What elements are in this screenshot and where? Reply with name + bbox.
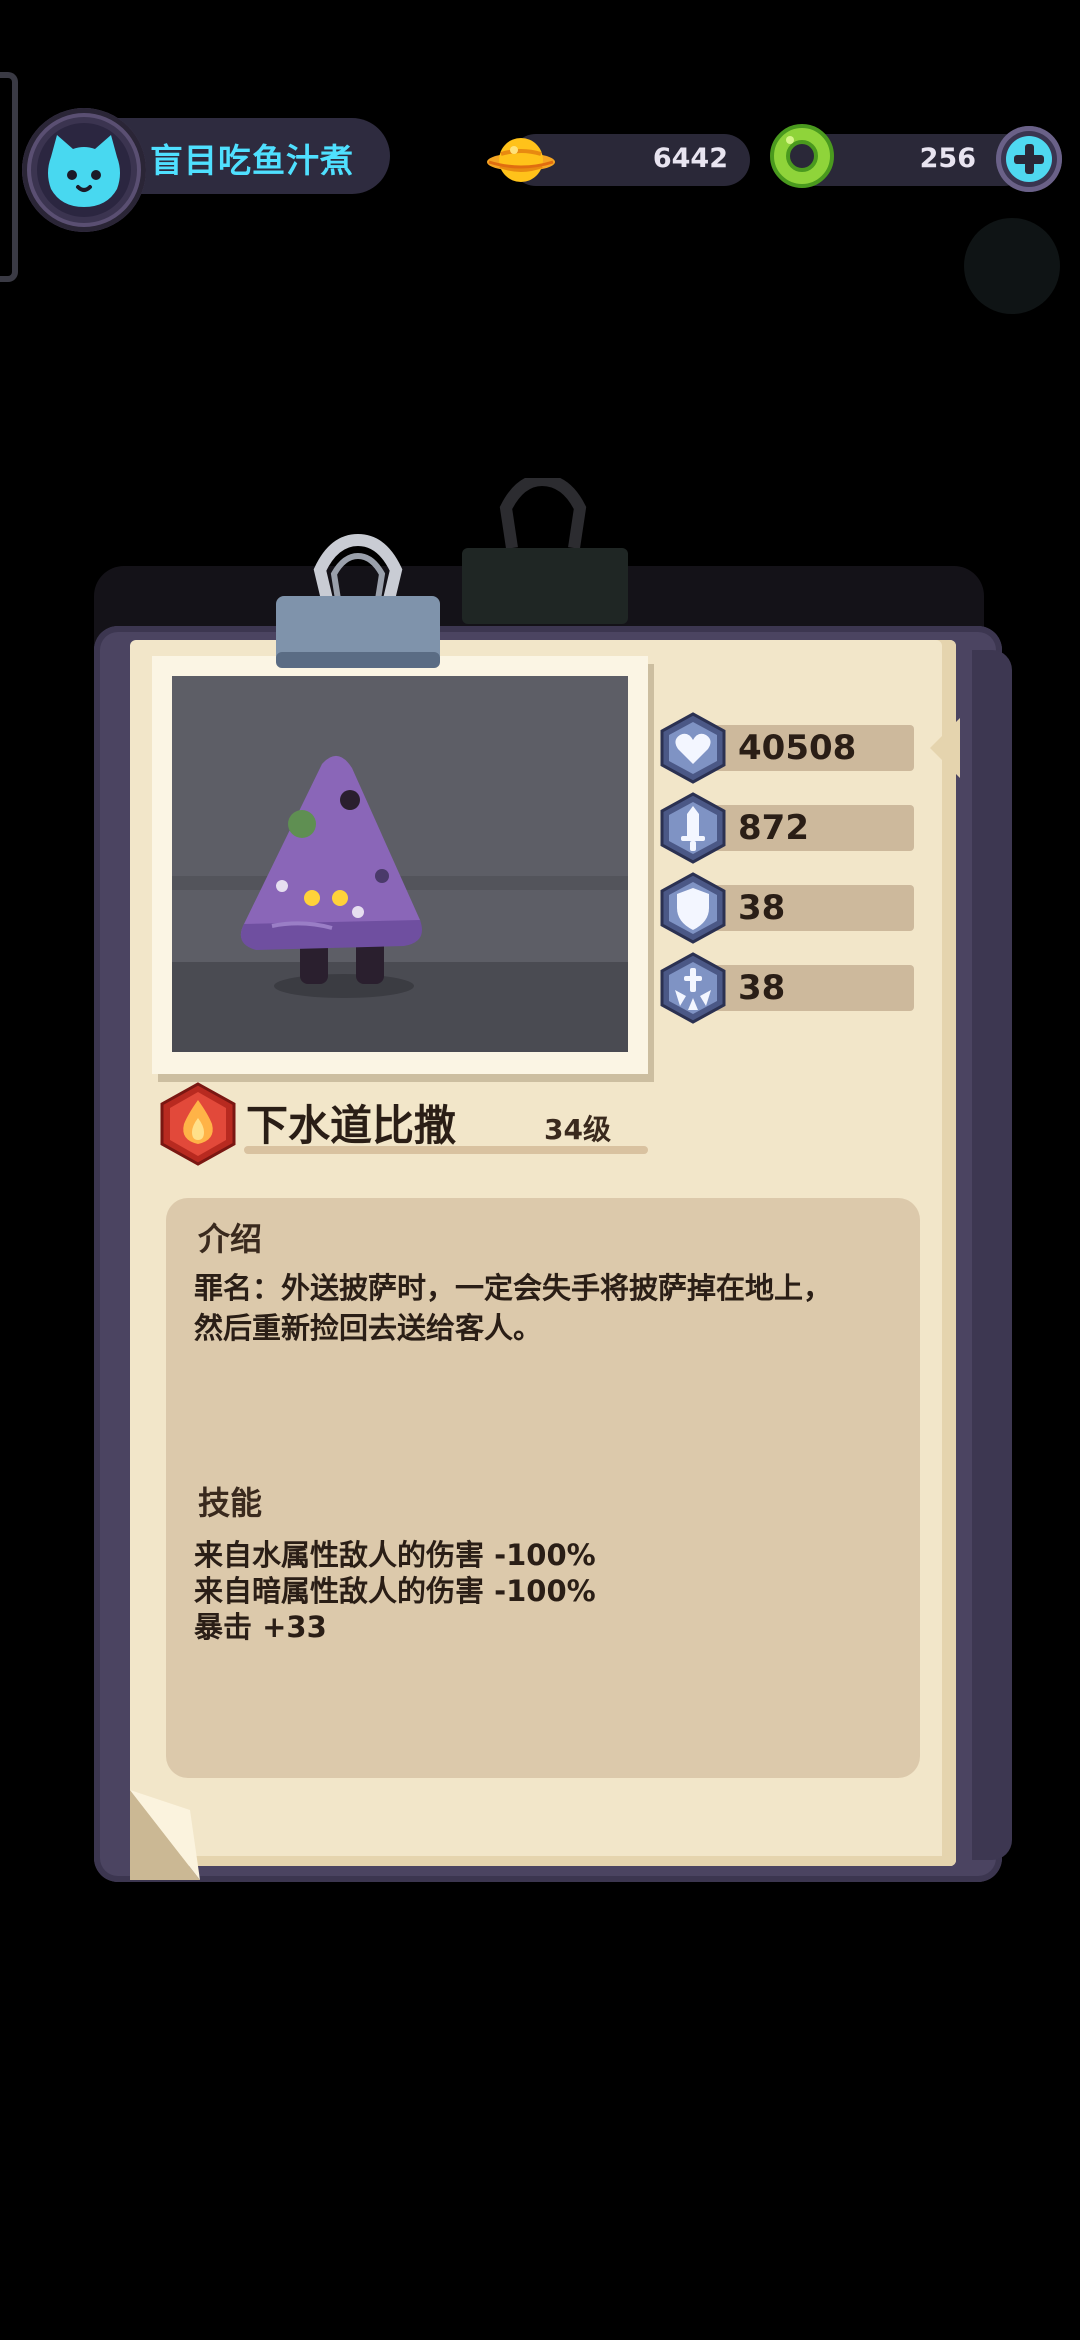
enemy-name: 下水道比撒: [246, 1101, 457, 1150]
background-binder-clip: [462, 478, 628, 624]
player-name: 盲目吃鱼汁煮: [150, 141, 354, 180]
planet-coin-icon: [484, 128, 558, 192]
skills-heading: 技能: [198, 1484, 263, 1522]
enemy-level: 34级: [544, 1113, 611, 1146]
stat-row-crit: 38: [658, 952, 916, 1024]
enemy-portrait: [172, 676, 628, 1052]
green-ring-gem-icon: [768, 122, 836, 190]
curled-paper-corner: [130, 1790, 200, 1880]
stat-bar: [700, 965, 914, 1011]
clipboard-edge: [972, 650, 1012, 1860]
heart-hp-icon: [660, 712, 726, 784]
gem-amount: 256: [919, 143, 976, 174]
crit-burst-icon: [660, 952, 726, 1024]
stat-value-attack: 872: [738, 808, 809, 848]
fire-element-icon: [160, 1082, 236, 1166]
sword-attack-icon: [660, 792, 726, 864]
stat-row-attack: 872: [658, 792, 916, 864]
stat-bar: [700, 885, 914, 931]
stat-value-defense: 38: [738, 888, 786, 928]
binder-clip-icon: [276, 534, 440, 668]
intro-text: 罪名：外送披萨时，一定会失手将披萨掉在地上， 然后重新捡回去送给客人。: [194, 1271, 833, 1345]
left-edge-bracket: [0, 72, 18, 282]
pizza-slice-monster-icon: [240, 755, 422, 998]
paper-tab: [930, 718, 960, 778]
shield-defense-icon: [660, 872, 726, 944]
avatar[interactable]: [37, 123, 131, 217]
stat-row-defense: 38: [658, 872, 916, 944]
stat-value-crit: 38: [738, 968, 786, 1008]
coin-amount: 6442: [652, 143, 728, 174]
intro-heading: 介绍: [198, 1220, 263, 1258]
plus-icon: [1014, 144, 1044, 174]
cat-face-icon: [48, 135, 120, 207]
skill-line: 暴击 +33: [194, 1610, 327, 1644]
stat-row-hp: 40508: [658, 712, 916, 784]
name-underline: [244, 1146, 648, 1154]
stat-value-hp: 40508: [738, 728, 857, 768]
add-gems-button[interactable]: [996, 126, 1062, 192]
hidden-corner-button[interactable]: [964, 218, 1060, 314]
